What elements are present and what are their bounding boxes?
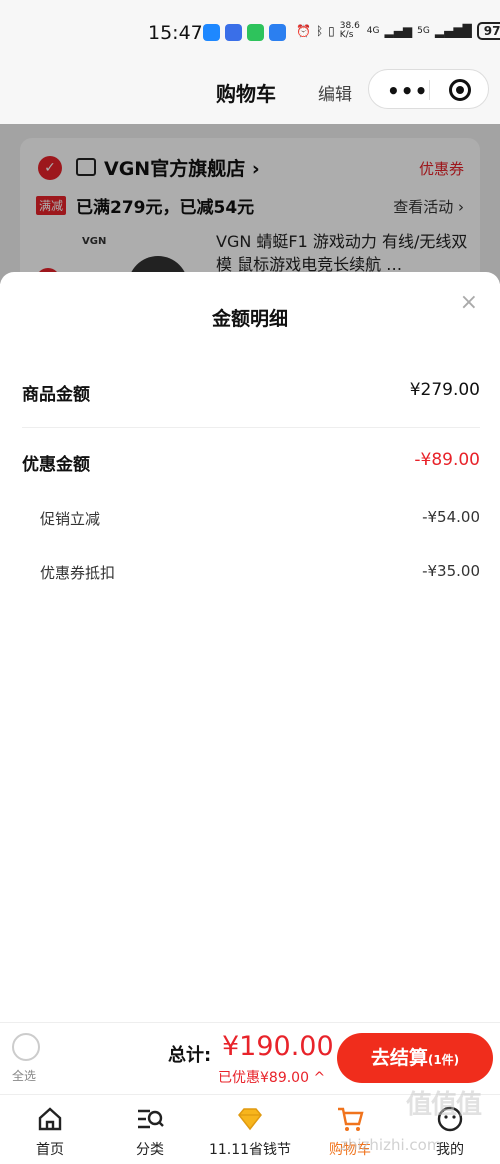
- goods-amount-row: 商品金额 ¥279.00: [22, 380, 480, 405]
- home-icon: [38, 1107, 62, 1131]
- coupon-discount-row: 优惠券抵扣 -¥35.00: [40, 562, 480, 583]
- modal-overlay[interactable]: [0, 124, 500, 284]
- edit-button[interactable]: 编辑: [318, 80, 352, 105]
- cart-icon: [338, 1107, 364, 1131]
- discount-amount-value: -¥89.00: [414, 450, 480, 470]
- discount-summary[interactable]: 已优惠¥89.00 ^: [218, 1067, 325, 1087]
- tab-home-label: 首页: [36, 1142, 64, 1158]
- goods-amount-label: 商品金额: [22, 385, 90, 405]
- select-all-label: 全选: [12, 1069, 37, 1083]
- message-icon: [203, 24, 220, 41]
- signal-4g: 4G: [366, 26, 380, 36]
- chevron-up-icon: ^: [313, 1070, 326, 1086]
- diamond-icon: [238, 1108, 262, 1131]
- tab-festival[interactable]: 11.11省钱节: [200, 1095, 300, 1164]
- goods-amount-value: ¥279.00: [409, 380, 480, 400]
- discount-amount-label: 优惠金额: [22, 455, 90, 475]
- bluetooth-icon: ᛒ: [315, 24, 324, 38]
- total-amount: ¥190.00: [222, 1031, 334, 1062]
- wechat-icon: [247, 24, 264, 41]
- sheet-title: 金额明细: [211, 308, 288, 330]
- discount-amount-row: 优惠金额 -¥89.00: [22, 450, 480, 475]
- status-time: 15:47: [148, 22, 203, 44]
- amount-detail-sheet: 金额明细 × 商品金额 ¥279.00 优惠金额 -¥89.00 促销立减 -¥…: [0, 272, 500, 1022]
- close-app-icon[interactable]: [449, 79, 471, 101]
- checkout-button[interactable]: 去结算(1件): [337, 1033, 493, 1083]
- app2-icon: [269, 24, 286, 41]
- tab-category-label: 分类: [136, 1142, 164, 1158]
- watermark-url: zhizhizhi.com: [340, 1136, 442, 1154]
- app-icon: [225, 24, 242, 41]
- promo-discount-row: 促销立减 -¥54.00: [40, 508, 480, 529]
- nav-bar: 购物车 编辑 •••: [0, 66, 500, 124]
- notification-icons: [203, 24, 286, 41]
- net-speed: 38.6 K/s: [339, 21, 360, 40]
- signal-5g: 5G: [417, 26, 430, 36]
- mini-program-capsule: •••: [368, 69, 489, 109]
- close-icon[interactable]: ×: [460, 290, 478, 315]
- total-label: 总计:: [168, 1045, 212, 1066]
- promo-discount-value: -¥54.00: [422, 508, 480, 526]
- tab-home[interactable]: 首页: [0, 1095, 100, 1164]
- status-bar: 15:47 ⏰ ᛒ ▯ 38.6 K/s 4G ▂▄▆ 5G ▂▄▆█ 97: [0, 0, 500, 66]
- promo-discount-label: 促销立减: [40, 510, 101, 528]
- page-title: 购物车: [216, 82, 276, 106]
- watermark: 值值值: [406, 1090, 482, 1120]
- tab-category[interactable]: 分类: [100, 1095, 200, 1164]
- coupon-discount-label: 优惠券抵扣: [40, 564, 116, 582]
- system-icons: ⏰ ᛒ ▯ 38.6 K/s 4G ▂▄▆ 5G ▂▄▆█ 97: [296, 22, 500, 40]
- more-icon[interactable]: •••: [387, 79, 428, 103]
- category-search-icon: [138, 1109, 164, 1129]
- alarm-icon: ⏰: [296, 24, 311, 38]
- capsule-divider: [429, 80, 430, 100]
- coupon-discount-value: -¥35.00: [422, 562, 480, 580]
- tab-festival-label: 11.11省钱节: [208, 1142, 292, 1158]
- signal-icon: ▂▄▆: [384, 24, 413, 38]
- vibrate-icon: ▯: [328, 24, 335, 38]
- battery-icon: 97: [476, 22, 500, 40]
- select-all-checkbox[interactable]: [12, 1033, 40, 1061]
- divider: [22, 427, 480, 428]
- signal2-icon: ▂▄▆█: [434, 24, 472, 38]
